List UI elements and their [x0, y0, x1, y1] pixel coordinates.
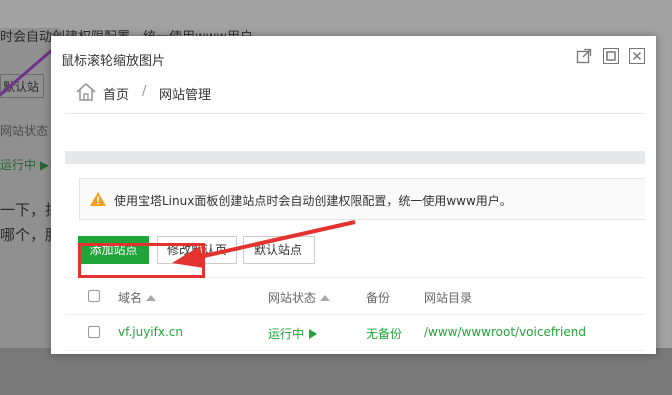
annotation-arrow-icon	[172, 220, 356, 268]
